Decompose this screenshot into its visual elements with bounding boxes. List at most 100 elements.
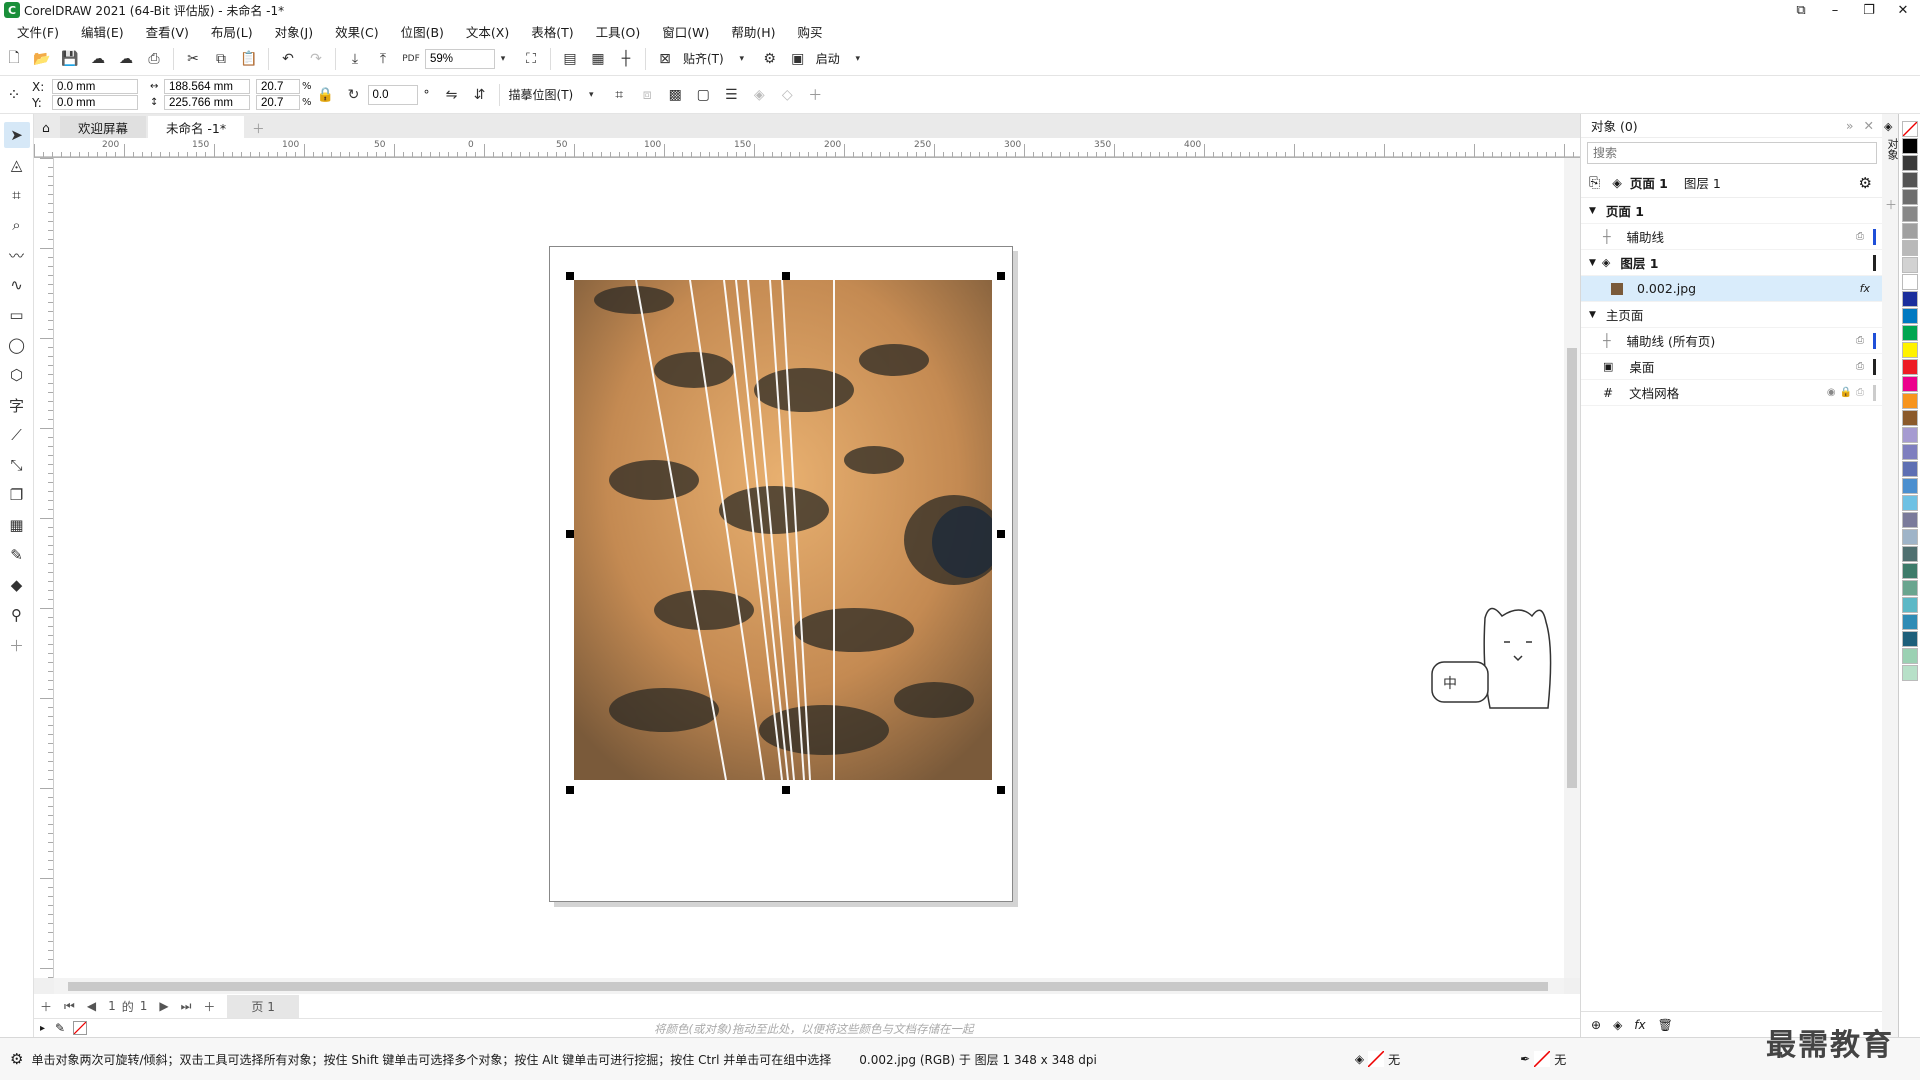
to-front-icon[interactable]: ◈ — [748, 84, 770, 106]
copy-icon[interactable]: ⧉ — [210, 48, 232, 70]
launch-dropdown[interactable]: 启动 — [816, 50, 840, 67]
save-icon[interactable]: 💾 — [59, 48, 81, 70]
color-swatch[interactable] — [1901, 563, 1918, 579]
color-swatch[interactable] — [1901, 444, 1918, 460]
selection-handle[interactable] — [997, 786, 1005, 794]
cloud-download-icon[interactable]: ☁ — [87, 48, 109, 70]
horizontal-ruler[interactable]: 200 150 100 50 0 50 100 150 200 250 300 … — [34, 138, 1580, 158]
launch-icon[interactable]: ▣ — [787, 48, 809, 70]
color-swatch[interactable] — [1901, 325, 1918, 341]
color-swatch[interactable] — [1901, 597, 1918, 613]
color-swatch[interactable] — [1901, 359, 1918, 375]
interactive-fill-icon[interactable]: ◆ — [4, 572, 30, 598]
expand-chevron-icon[interactable]: ▼ — [1589, 206, 1596, 216]
cloud-upload-icon[interactable]: ☁ — [115, 48, 137, 70]
color-swatch[interactable] — [1901, 240, 1918, 256]
print-icon[interactable]: ⎙ — [1856, 361, 1864, 372]
chevron-down-icon[interactable]: ▾ — [847, 48, 869, 70]
menu-file[interactable]: 文件(F) — [6, 22, 70, 41]
scrollbar-thumb[interactable] — [1567, 348, 1577, 788]
paste-icon[interactable]: 📋 — [238, 48, 260, 70]
chevron-down-icon[interactable]: ▾ — [731, 48, 753, 70]
crop-bitmap-icon[interactable]: ⌗ — [608, 84, 630, 106]
tree-row-layer-1[interactable]: ▼ ◈ 图层 1 — [1581, 250, 1882, 276]
guidelines-icon[interactable]: ┼ — [615, 48, 637, 70]
reference-point-icon[interactable]: ⁘ — [3, 84, 25, 106]
no-fill-swatch[interactable] — [1368, 1051, 1385, 1067]
selection-handle[interactable] — [782, 786, 790, 794]
pick-tool-icon[interactable]: ➤ — [3, 122, 30, 148]
color-swatch[interactable] — [1901, 580, 1918, 596]
color-swatch[interactable] — [1901, 665, 1918, 681]
fx-icon[interactable]: fx — [1860, 282, 1870, 295]
tree-row-master-page[interactable]: ▼ 主页面 — [1581, 302, 1882, 328]
color-swatch[interactable] — [1901, 631, 1918, 647]
docker-collapse-icon[interactable]: » — [1846, 118, 1854, 133]
menu-edit[interactable]: 编辑(E) — [70, 22, 135, 41]
objects-tab-icon[interactable]: ◈ — [1884, 120, 1892, 133]
menu-effects[interactable]: 效果(C) — [324, 22, 389, 41]
snap-to-dropdown[interactable]: 贴齐(T) — [683, 50, 724, 67]
wrap-text-icon[interactable]: ☰ — [720, 84, 742, 106]
drawing-canvas[interactable]: 中 — [54, 158, 1564, 978]
prev-page-icon[interactable]: ◀ — [87, 999, 96, 1013]
ellipse-tool-icon[interactable]: ◯ — [4, 332, 30, 358]
add-icon[interactable]: ＋ — [804, 84, 826, 106]
color-swatch[interactable] — [1901, 172, 1918, 188]
freehand-tool-icon[interactable]: 〰 — [4, 242, 30, 268]
menu-view[interactable]: 查看(V) — [135, 22, 200, 41]
color-swatch[interactable] — [1901, 648, 1918, 664]
menu-table[interactable]: 表格(T) — [520, 22, 584, 41]
status-settings-gear-icon[interactable]: ⚙ — [10, 1050, 23, 1068]
text-tool-icon[interactable]: 字 — [4, 392, 30, 418]
open-icon[interactable]: 📂 — [31, 48, 53, 70]
tree-row-guides-all-pages[interactable]: ┼ 辅助线 (所有页) ⎙ — [1581, 328, 1882, 354]
tree-row-page-1[interactable]: ▼ 页面 1 — [1581, 198, 1882, 224]
color-swatch[interactable] — [1901, 189, 1918, 205]
scale-height-input[interactable] — [256, 95, 300, 110]
to-back-icon[interactable]: ◇ — [776, 84, 798, 106]
pdf-icon[interactable]: PDF — [400, 48, 422, 70]
color-swatch[interactable] — [1901, 223, 1918, 239]
docker-options-gear-icon[interactable]: ⚙ — [1859, 174, 1872, 192]
scrollbar-thumb[interactable] — [68, 982, 1548, 991]
print-icon[interactable]: ⎙ — [143, 48, 165, 70]
eyedropper-icon[interactable]: ✎ — [55, 1021, 65, 1035]
menu-tools[interactable]: 工具(O) — [585, 22, 652, 41]
resample-icon[interactable]: ▩ — [664, 84, 686, 106]
x-position-input[interactable] — [52, 79, 138, 94]
maximize-button[interactable]: ❐ — [1852, 0, 1886, 20]
cut-icon[interactable]: ✂ — [182, 48, 204, 70]
rotation-angle-input[interactable] — [367, 84, 418, 105]
new-document-icon[interactable]: 🗋 — [3, 48, 25, 70]
menu-object[interactable]: 对象(J) — [264, 22, 324, 41]
close-button[interactable]: ✕ — [1886, 0, 1920, 20]
menu-buy[interactable]: 购买 — [787, 22, 834, 41]
height-input[interactable] — [164, 95, 250, 110]
add-page-icon[interactable]: ＋ — [40, 998, 52, 1015]
color-swatch[interactable] — [1901, 410, 1918, 426]
print-icon[interactable]: ⎙ — [1856, 335, 1864, 346]
print-icon[interactable]: ⎙ — [1856, 231, 1864, 242]
zoom-level-field[interactable] — [425, 48, 495, 69]
selection-handle[interactable] — [566, 272, 574, 280]
scale-width-input[interactable] — [256, 79, 300, 94]
new-master-layer-icon[interactable]: ◈ — [1613, 1018, 1622, 1032]
page-view-icon[interactable]: ⎘ — [1589, 175, 1600, 191]
menu-layout[interactable]: 布局(L) — [200, 22, 264, 41]
menu-bitmaps[interactable]: 位图(B) — [390, 22, 455, 41]
width-input[interactable] — [164, 79, 250, 94]
color-swatch[interactable] — [1901, 291, 1918, 307]
color-swatch[interactable] — [1901, 529, 1918, 545]
mirror-vertical-icon[interactable]: ⇵ — [469, 84, 491, 106]
expand-chevron-icon[interactable]: ▼ — [1589, 310, 1596, 320]
trace-bitmap-dropdown[interactable]: 描摹位图(T) — [509, 86, 574, 103]
import-icon[interactable]: ⤓ — [344, 48, 366, 70]
bitmap-frame-icon[interactable]: ▢ — [692, 84, 714, 106]
add-page-after-icon[interactable]: ＋ — [203, 998, 215, 1015]
restore-icon[interactable]: ⧉ — [1784, 0, 1818, 20]
tree-row-guides[interactable]: ┼ 辅助线 ⎙ — [1581, 224, 1882, 250]
grid-icon[interactable]: ▦ — [587, 48, 609, 70]
color-swatch[interactable] — [1901, 614, 1918, 630]
color-swatch[interactable] — [1901, 138, 1918, 154]
